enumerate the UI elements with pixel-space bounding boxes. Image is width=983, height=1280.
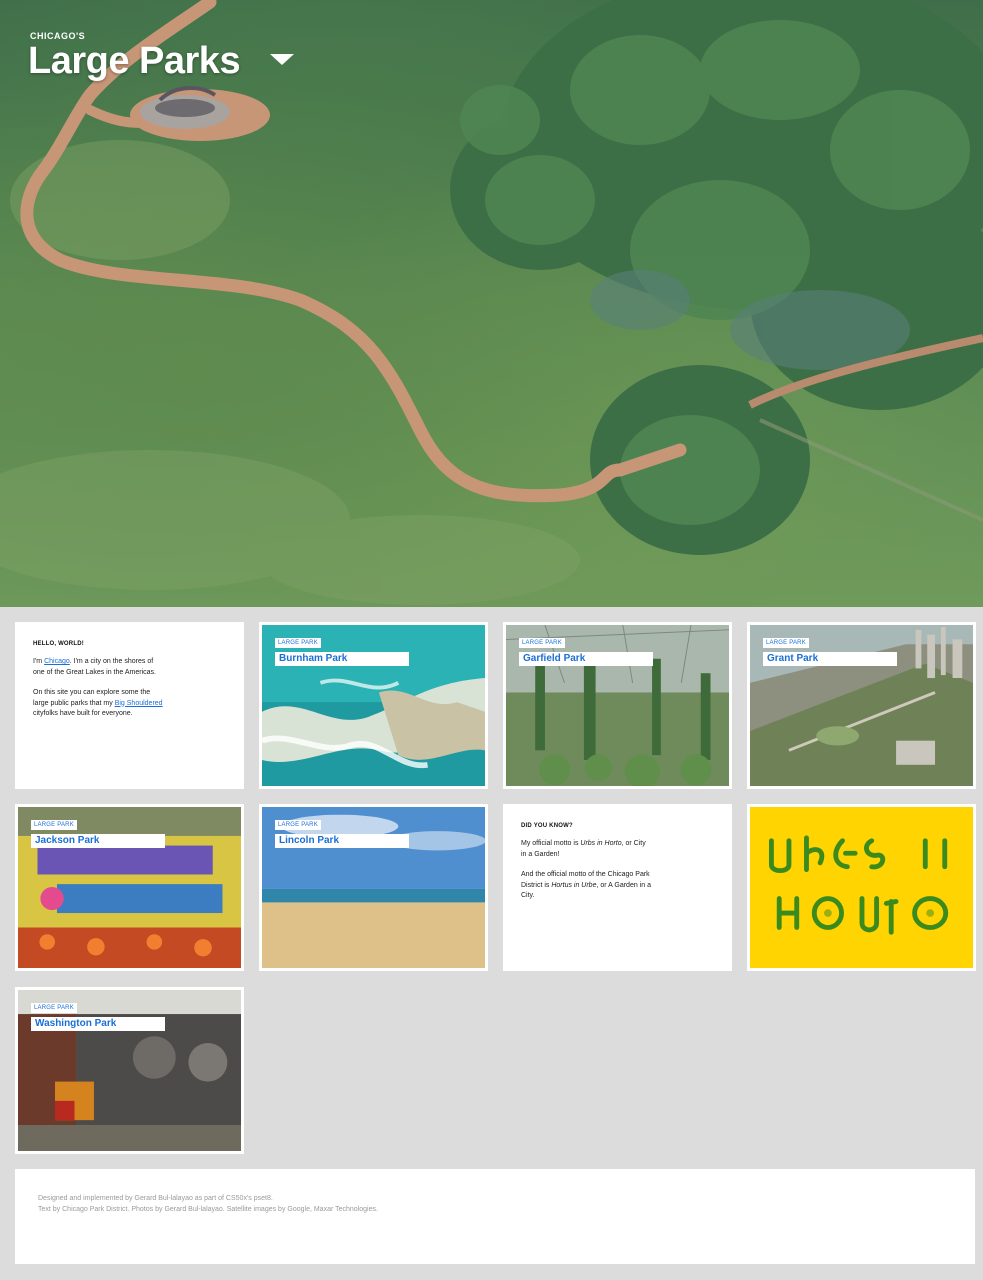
large-park-tag: LARGE PARK — [31, 1003, 77, 1013]
park-name-garfield[interactable]: Garfield Park — [519, 652, 653, 666]
footer-credits: Designed and implemented by Gerard Bul-l… — [38, 1195, 273, 1202]
park-name-jackson[interactable]: Jackson Park — [31, 834, 165, 848]
burnham-park-photo — [262, 625, 485, 786]
fact-paragraph-1: My official motto is Urbs in Horto, or C… — [521, 840, 646, 858]
intro-paragraph-1: I'm Chicago. I'm a city on the shores of… — [33, 658, 156, 676]
large-park-tag: LARGE PARK — [519, 638, 565, 648]
fact-heading: DID YOU KNOW? — [521, 823, 573, 829]
fact-card: DID YOU KNOW? My official motto is Urbs … — [503, 804, 732, 971]
footer: Designed and implemented by Gerard Bul-l… — [15, 1169, 975, 1264]
motto-artwork-card — [747, 804, 976, 971]
large-park-tag: LARGE PARK — [763, 638, 809, 648]
chevron-down-icon[interactable] — [270, 54, 294, 65]
large-park-tag: LARGE PARK — [275, 820, 321, 830]
park-name-burnham[interactable]: Burnham Park — [275, 652, 409, 666]
intro-paragraph-2: On this site you can explore some the la… — [33, 689, 163, 717]
large-park-tag: LARGE PARK — [31, 820, 77, 830]
large-park-tag: LARGE PARK — [275, 638, 321, 648]
footer-sources: Text by Chicago Park District. Photos by… — [38, 1206, 378, 1213]
grant-park-photo — [750, 625, 973, 786]
park-card-burnham[interactable]: LARGE PARK Burnham Park — [259, 622, 488, 789]
park-card-washington[interactable]: LARGE PARK Washington Park — [15, 987, 244, 1154]
motto-lettering-artwork — [750, 807, 973, 968]
fact-paragraph-2: And the official motto of the Chicago Pa… — [521, 871, 651, 899]
lincoln-park-photo — [262, 807, 485, 968]
park-name-lincoln[interactable]: Lincoln Park — [275, 834, 409, 848]
aerial-park-image — [0, 0, 983, 605]
park-card-lincoln[interactable]: LARGE PARK Lincoln Park — [259, 804, 488, 971]
washington-park-photo — [18, 990, 241, 1151]
park-card-garfield[interactable]: LARGE PARK Garfield Park — [503, 622, 732, 789]
big-shouldered-link[interactable]: Big Shouldered — [115, 700, 163, 707]
intro-card: HELLO, WORLD! I'm Chicago. I'm a city on… — [15, 622, 244, 789]
garfield-park-photo — [506, 625, 729, 786]
hero-banner: CHICAGO'S Large Parks — [0, 0, 983, 607]
chicago-link[interactable]: Chicago — [44, 658, 70, 665]
intro-heading: HELLO, WORLD! — [33, 641, 84, 647]
park-name-grant[interactable]: Grant Park — [763, 652, 897, 666]
page-title: Large Parks — [28, 40, 241, 82]
park-name-washington[interactable]: Washington Park — [31, 1017, 165, 1031]
park-card-grant[interactable]: LARGE PARK Grant Park — [747, 622, 976, 789]
park-card-jackson[interactable]: LARGE PARK Jackson Park — [15, 804, 244, 971]
jackson-park-photo — [18, 807, 241, 968]
